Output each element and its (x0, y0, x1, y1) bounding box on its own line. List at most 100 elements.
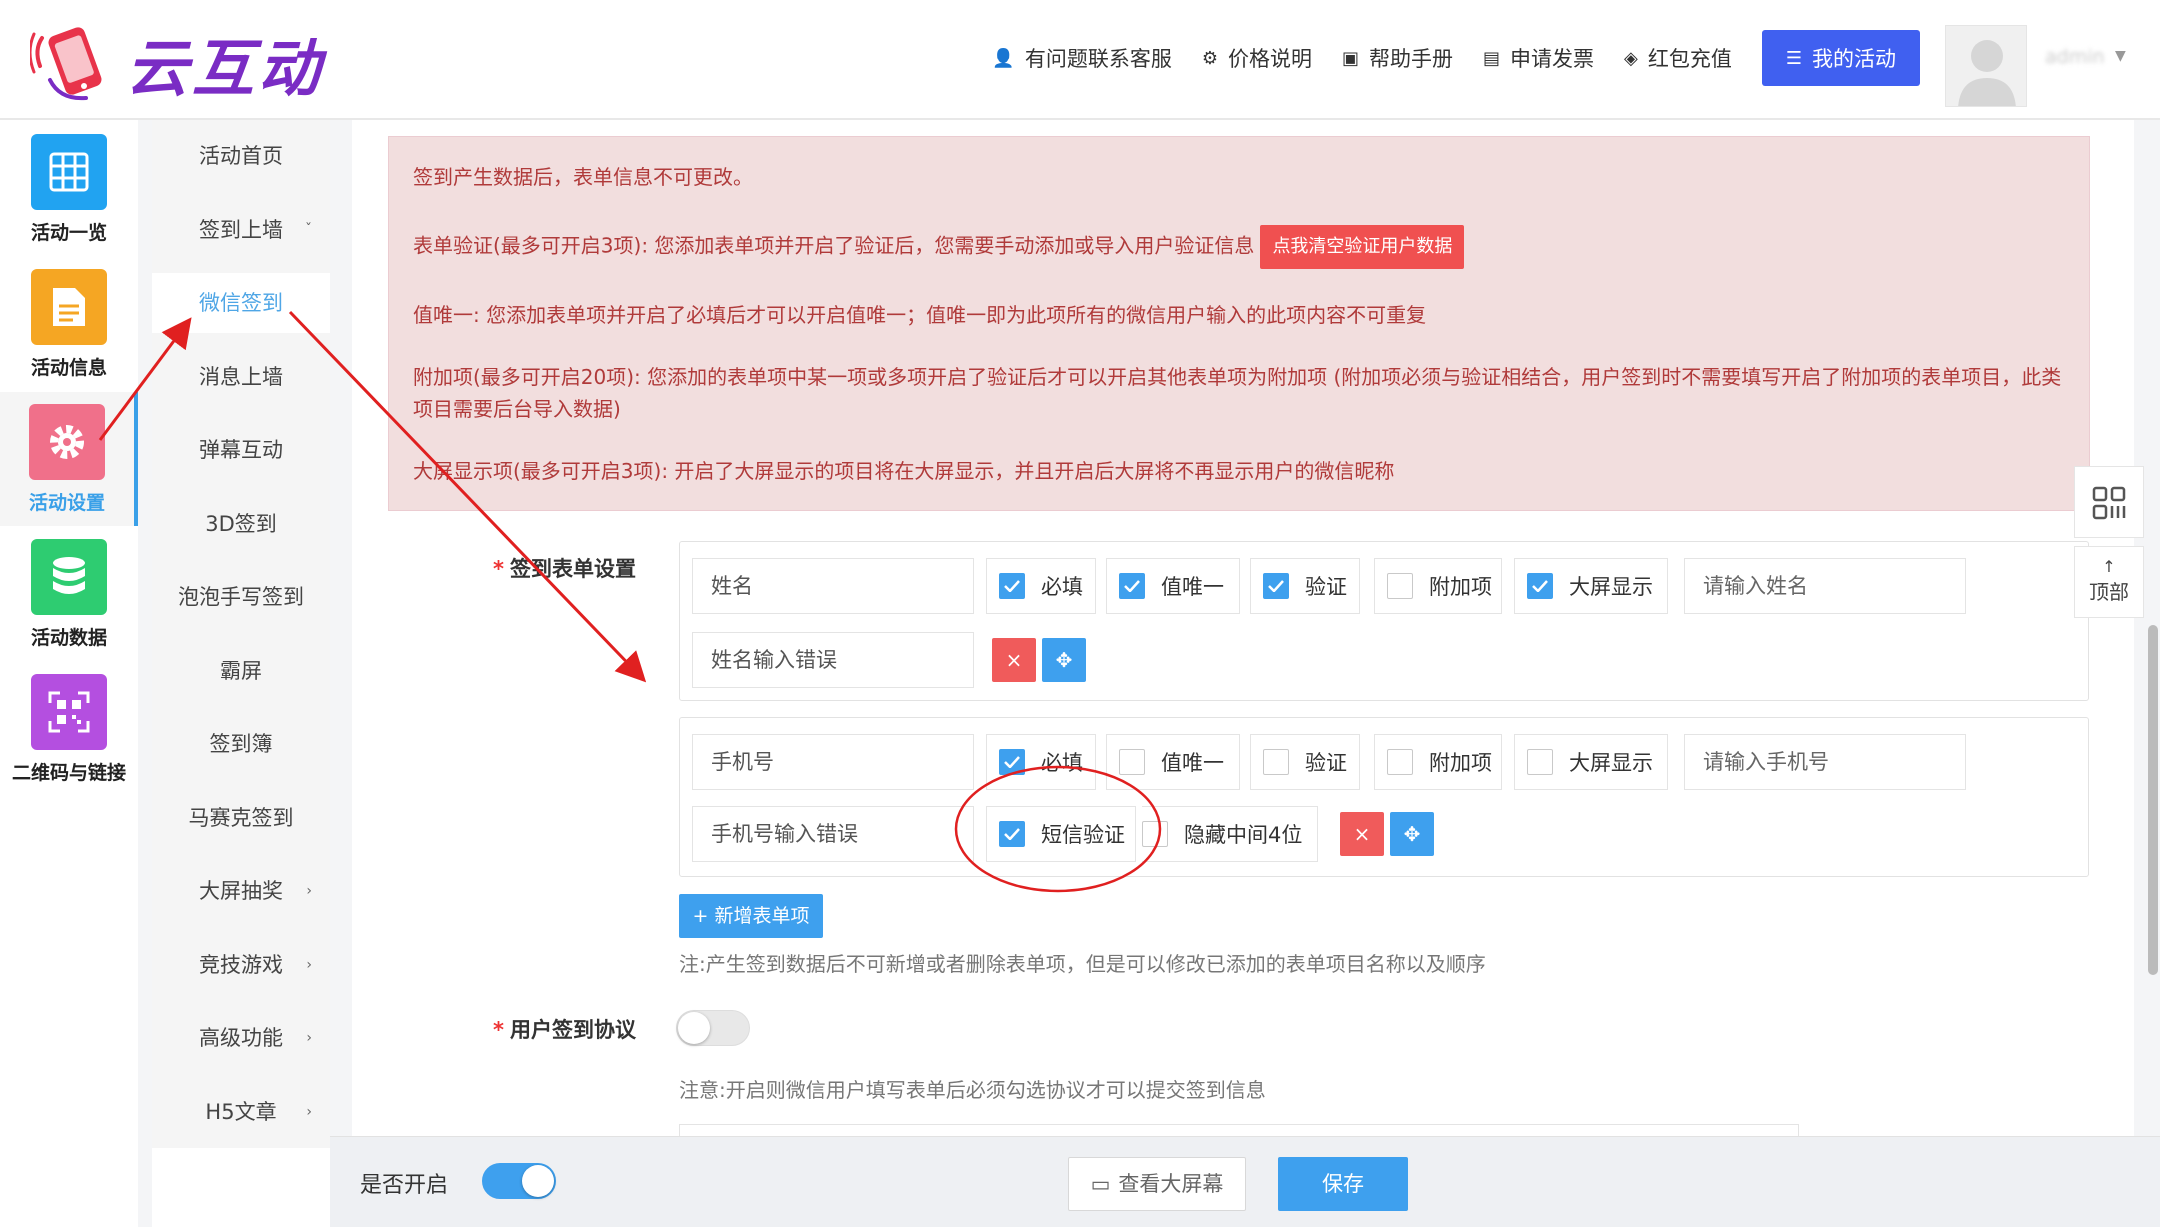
delete-field-button[interactable]: × (1340, 812, 1384, 856)
logo-text: 云互动 (126, 32, 325, 105)
qrcode-float-button[interactable] (2074, 466, 2144, 538)
close-icon: × (1353, 822, 1371, 846)
placeholder-input[interactable]: 请输入手机号 (1684, 734, 1966, 790)
subnav-item[interactable]: 弹幕互动 (152, 420, 330, 480)
qrcode-icon (31, 674, 107, 750)
verify-checkbox[interactable]: 验证 (1250, 734, 1360, 790)
notice-line: 大屏显示项(最多可开启3项): 开启了大屏显示的项目将在大屏显示，并且开启后大屏… (413, 459, 1395, 483)
required-checkbox[interactable]: 必填 (986, 734, 1096, 790)
checkmark-icon (1119, 573, 1145, 599)
extra-checkbox[interactable]: 附加项 (1374, 734, 1502, 790)
nav-recharge[interactable]: ◈ 红包充值 (1624, 30, 1732, 86)
move-icon: ✥ (1055, 648, 1073, 672)
chevron-right-icon: › (306, 1030, 312, 1046)
logo[interactable]: 云互动 (28, 18, 325, 108)
subnav-item[interactable]: 泡泡手写签到 (152, 567, 330, 627)
enable-label: 是否开启 (360, 1173, 449, 1198)
gear-icon: ⚙ (1201, 47, 1218, 69)
qrcode-icon (2092, 486, 2126, 520)
nav-support[interactable]: 👤 有问题联系客服 (992, 30, 1171, 86)
checkmark-icon (999, 573, 1025, 599)
chevron-right-icon: › (306, 883, 312, 899)
extra-checkbox[interactable]: 附加项 (1374, 558, 1502, 614)
add-field-button[interactable]: + 新增表单项 (679, 894, 823, 938)
chevron-down-icon: ˇ (305, 222, 312, 238)
field-name-input[interactable]: 手机号 (692, 734, 974, 790)
checkmark-icon (1527, 573, 1553, 599)
sidebar-item-settings[interactable]: 活动设置 (0, 392, 138, 526)
phone-logo-icon (28, 20, 116, 106)
username[interactable]: admin (2045, 46, 2105, 68)
checkmark-icon (999, 821, 1025, 847)
database-icon (31, 539, 107, 615)
subnav-item[interactable]: 高级功能 › (152, 1008, 330, 1068)
unique-checkbox[interactable]: 值唯一 (1106, 558, 1240, 614)
subnav-item[interactable]: 马赛克签到 (152, 788, 330, 848)
subnav-item-active[interactable]: 微信签到 (152, 273, 330, 333)
subnav-item[interactable]: 竞技游戏 › (152, 935, 330, 995)
delete-field-button[interactable]: × (992, 638, 1036, 682)
user-silhouette-icon (1958, 40, 2016, 106)
agreement-label: * 用户签到协议 (493, 1018, 636, 1042)
notice-box: 签到产生数据后，表单信息不可更改。 表单验证(最多可开启3项): 您添加表单项并… (388, 136, 2090, 511)
bigscreen-checkbox[interactable]: 大屏显示 (1514, 734, 1668, 790)
drag-field-button[interactable]: ✥ (1390, 812, 1434, 856)
subnav-item[interactable]: 霸屏 (152, 641, 330, 701)
notice-line: 值唯一: 您添加表单项并开启了必填后才可以开启值唯一；值唯一即为此项所有的微信用… (413, 303, 1427, 327)
error-message-input[interactable]: 手机号输入错误 (692, 806, 974, 862)
shield-check-icon: ◈ (1624, 47, 1638, 69)
hide-middle-digits-checkbox[interactable]: 隐藏中间4位 (1142, 806, 1318, 862)
error-message-input[interactable]: 姓名输入错误 (692, 632, 974, 688)
form-note: 注:产生签到数据后不可新增或者删除表单项，但是可以修改已添加的表单项目名称以及顺… (679, 952, 1486, 976)
notice-line: 签到产生数据后，表单信息不可更改。 (413, 165, 753, 189)
clear-verify-data-button[interactable]: 点我清空验证用户数据 (1260, 225, 1465, 269)
avatar[interactable] (1945, 25, 2027, 107)
required-checkbox[interactable]: 必填 (986, 558, 1096, 614)
nav-invoice[interactable]: ▤ 申请发票 (1483, 30, 1594, 86)
form-field-card: 手机号 必填 值唯一 验证 附加项 大屏显示 请输入手机号 手机号输入错误 短信… (679, 717, 2089, 877)
sidebar-item-data[interactable]: 活动数据 (0, 527, 138, 661)
chevron-right-icon: › (306, 1104, 312, 1120)
subnav-item[interactable]: 活动首页 (152, 126, 330, 186)
my-activity-button[interactable]: ☰ 我的活动 (1761, 30, 1920, 86)
bigscreen-checkbox[interactable]: 大屏显示 (1514, 558, 1668, 614)
nav-pricing[interactable]: ⚙ 价格说明 (1202, 30, 1312, 86)
chevron-right-icon: › (306, 957, 312, 973)
subnav-item[interactable]: H5文章 › (152, 1082, 330, 1142)
field-name-input[interactable]: 姓名 (692, 558, 974, 614)
agreement-toggle[interactable] (676, 1010, 750, 1046)
close-icon: × (1005, 648, 1023, 672)
view-big-screen-button[interactable]: ▭ 查看大屏幕 (1068, 1157, 1246, 1211)
sms-verify-checkbox[interactable]: 短信验证 (986, 806, 1136, 862)
nav-help[interactable]: ▣ 帮助手册 (1342, 30, 1453, 86)
grid-icon (31, 134, 107, 210)
sidebar-item-qrcode[interactable]: 二维码与链接 (0, 662, 138, 796)
verify-checkbox[interactable]: 验证 (1250, 558, 1360, 614)
unique-checkbox[interactable]: 值唯一 (1106, 734, 1240, 790)
save-button[interactable]: 保存 (1278, 1157, 1408, 1211)
checkmark-icon (999, 749, 1025, 775)
icon-sidebar: 活动一览 活动信息 活动设置 活动数据 二维码与链接 (0, 120, 138, 1227)
settings-icon (29, 404, 105, 480)
form-section-label: * 签到表单设置 (493, 557, 636, 581)
book-icon: ▣ (1341, 47, 1359, 69)
agreement-note: 注意:开启则微信用户填写表单后必须勾选协议才可以提交签到信息 (679, 1078, 1266, 1102)
subnav-item[interactable]: 消息上墙 (152, 347, 330, 407)
top-nav: 👤 有问题联系客服 ⚙ 价格说明 ▣ 帮助手册 ▤ 申请发票 ◈ 红包充值 ☰ 我的活动 (962, 30, 1920, 86)
subnav-item[interactable]: 3D签到 (152, 494, 330, 554)
document-icon (31, 269, 107, 345)
back-to-top-button[interactable]: ↑ 顶部 (2074, 546, 2144, 618)
chevron-down-icon[interactable]: ▼ (2115, 48, 2126, 64)
monitor-icon: ▭ (1090, 1172, 1111, 1196)
list-icon: ☰ (1785, 47, 1802, 69)
enable-toggle[interactable] (482, 1163, 556, 1199)
form-field-card: 姓名 必填 值唯一 验证 附加项 大屏显示 请输入姓名 姓名输入错误 × ✥ (679, 541, 2089, 701)
scrollbar[interactable] (2148, 625, 2158, 975)
subnav-item[interactable]: 大屏抽奖 › (152, 861, 330, 921)
sidebar-item-overview[interactable]: 活动一览 (0, 122, 138, 256)
sidebar-item-info[interactable]: 活动信息 (0, 257, 138, 391)
subnav-item[interactable]: 签到上墙 ˇ (152, 200, 330, 260)
subnav-item[interactable]: 签到簿 (152, 714, 330, 774)
drag-field-button[interactable]: ✥ (1042, 638, 1086, 682)
placeholder-input[interactable]: 请输入姓名 (1684, 558, 1966, 614)
